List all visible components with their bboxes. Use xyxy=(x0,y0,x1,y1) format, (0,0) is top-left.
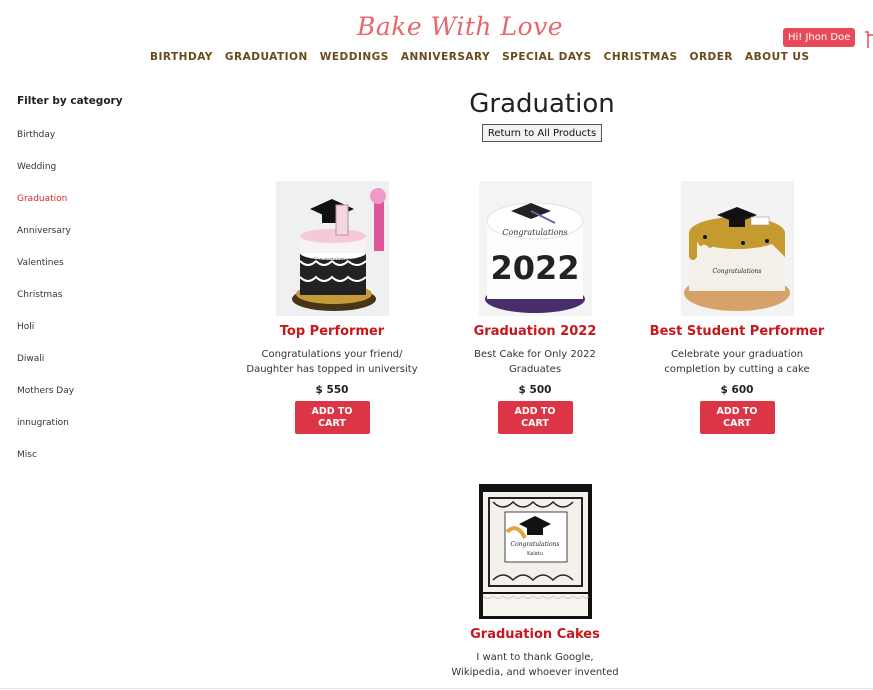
sidebar-item-valentines[interactable]: Valentines xyxy=(17,257,177,289)
button-label: ADD TO xyxy=(716,405,758,417)
cake-inscription: Congratulations xyxy=(502,228,567,237)
nav-order[interactable]: ORDER xyxy=(690,51,734,63)
sidebar-item-christmas[interactable]: Christmas xyxy=(17,289,177,321)
sidebar-item-diwali[interactable]: Diwali xyxy=(17,353,177,385)
button-label: CART xyxy=(521,417,549,429)
product-name[interactable]: Graduation Cakes xyxy=(434,627,636,642)
nav-anniversary[interactable]: ANNIVERSARY xyxy=(401,51,490,63)
cake-name-inscription: Kalatu xyxy=(527,551,543,557)
product-description: Congratulations your friend/ Daughter ha… xyxy=(231,347,433,377)
description-line: I want to thank Google, xyxy=(476,652,594,663)
cart-icon[interactable] xyxy=(864,30,873,54)
product-image[interactable]: Congratulations Kalatu xyxy=(478,484,592,619)
nav-weddings[interactable]: WEDDINGS xyxy=(320,51,389,63)
sidebar-heading: Filter by category xyxy=(17,95,123,107)
description-line: Congratulations your friend/ xyxy=(261,349,403,360)
brand-logo[interactable]: Bake With Love xyxy=(0,12,873,41)
nav-about-us[interactable]: ABOUT US xyxy=(745,51,810,63)
nav-birthday[interactable]: BIRTHDAY xyxy=(150,51,213,63)
button-label: ADD TO xyxy=(514,405,556,417)
product-price: $ 500 xyxy=(518,384,552,396)
product-name[interactable]: Graduation 2022 xyxy=(434,324,636,339)
description-line: Best Cake for Only 2022 xyxy=(474,349,596,360)
button-label: CART xyxy=(723,417,751,429)
main-nav: BIRTHDAY GRADUATION WEDDINGS ANNIVERSARY… xyxy=(150,51,810,63)
sidebar-item-innugration[interactable]: innugration xyxy=(17,417,177,449)
product-card: Congratulations Best Student Performer C… xyxy=(636,181,838,434)
nav-special-days[interactable]: SPECIAL DAYS xyxy=(502,51,592,63)
category-sidebar: Filter by category Birthday Wedding Grad… xyxy=(17,95,177,481)
product-name[interactable]: Top Performer xyxy=(231,324,433,339)
page-title: Graduation xyxy=(469,89,615,119)
product-image[interactable]: Congratulations xyxy=(680,181,794,316)
sidebar-item-wedding[interactable]: Wedding xyxy=(17,161,177,193)
nav-christmas[interactable]: CHRISTMAS xyxy=(604,51,678,63)
sidebar-item-mothers-day[interactable]: Mothers Day xyxy=(17,385,177,417)
product-description: I want to thank Google, Wikipedia, and w… xyxy=(434,650,636,680)
description-line: Celebrate your graduation xyxy=(670,349,804,360)
sidebar-item-birthday[interactable]: Birthday xyxy=(17,129,177,161)
cake-inscription: Congratulations xyxy=(712,268,761,275)
add-to-cart-button[interactable]: ADD TO CART xyxy=(497,401,573,434)
product-description: Celebrate your graduation completion by … xyxy=(636,347,838,377)
cake-year: 2022 xyxy=(490,249,579,287)
sidebar-item-misc[interactable]: Misc xyxy=(17,449,177,481)
description-line: Daughter has topped in university xyxy=(246,364,418,375)
product-description: Best Cake for Only 2022 Graduates xyxy=(434,347,636,377)
product-price: $ 550 xyxy=(315,384,349,396)
product-image[interactable]: Congratulations xyxy=(275,181,389,316)
page-bottom-divider xyxy=(0,688,873,689)
sidebar-item-anniversary[interactable]: Anniversary xyxy=(17,225,177,257)
add-to-cart-button[interactable]: ADD TO CART xyxy=(294,401,370,434)
cake-inscription: Congratulations xyxy=(312,257,353,263)
add-to-cart-button[interactable]: ADD TO CART xyxy=(699,401,775,434)
product-image[interactable]: Congratulations 2022 xyxy=(478,181,592,316)
product-card: Congratulations Kalatu Graduation Cakes … xyxy=(434,484,636,680)
description-line: Graduates xyxy=(508,364,562,375)
return-to-all-products-button[interactable]: Return to All Products xyxy=(482,124,602,142)
user-badge[interactable]: Hi! Jhon Doe xyxy=(783,28,856,47)
product-price: $ 600 xyxy=(720,384,754,396)
product-card: Congratulations Top Performer Congratula… xyxy=(231,181,433,434)
cake-inscription: Congratulations xyxy=(510,541,559,548)
description-line: completion by cutting a cake xyxy=(664,364,810,375)
nav-graduation[interactable]: GRADUATION xyxy=(225,51,308,63)
sidebar-item-graduation[interactable]: Graduation xyxy=(17,193,177,225)
button-label: ADD TO xyxy=(311,405,353,417)
sidebar-item-holi[interactable]: Holi xyxy=(17,321,177,353)
product-card: Congratulations 2022 Graduation 2022 Bes… xyxy=(434,181,636,434)
button-label: CART xyxy=(318,417,346,429)
description-line: Wikipedia, and whoever invented xyxy=(451,667,619,678)
product-name[interactable]: Best Student Performer xyxy=(636,324,838,339)
